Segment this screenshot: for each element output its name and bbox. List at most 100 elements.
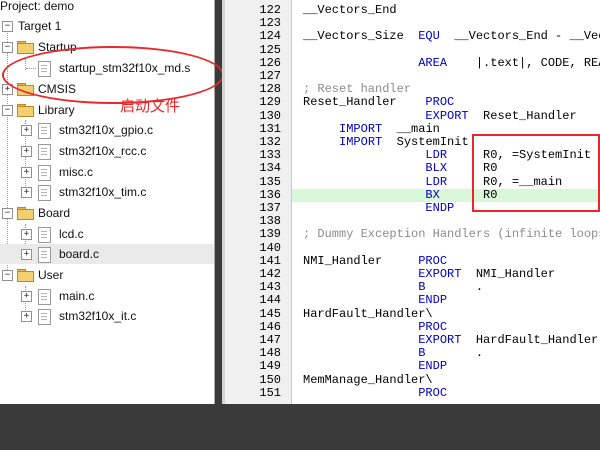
code-line[interactable]: ; Reset handler bbox=[303, 83, 411, 96]
expand-icon[interactable]: + bbox=[21, 229, 32, 240]
file-label: main.c bbox=[59, 289, 95, 303]
code-line[interactable]: Reset_Handler PROC bbox=[303, 96, 454, 109]
expand-icon[interactable]: + bbox=[21, 146, 32, 157]
expand-icon[interactable]: + bbox=[21, 167, 32, 178]
tree-file[interactable]: + misc.c bbox=[0, 162, 93, 182]
code-line[interactable]: B . bbox=[303, 281, 483, 294]
expand-icon[interactable]: + bbox=[21, 291, 32, 302]
expand-icon[interactable]: + bbox=[21, 187, 32, 198]
line-number: 139 bbox=[259, 227, 281, 242]
line-number: 150 bbox=[259, 372, 281, 387]
file-icon bbox=[38, 185, 51, 201]
line-number: 141 bbox=[259, 253, 281, 268]
line-number: 126 bbox=[259, 55, 281, 70]
code-line[interactable]: BLX R0 bbox=[303, 162, 497, 175]
code-line[interactable]: EXPORT NMI_Handler bbox=[303, 268, 555, 281]
expand-icon[interactable]: + bbox=[21, 311, 32, 322]
code-line[interactable]: ENDP bbox=[303, 294, 447, 307]
tree-target[interactable]: − Target 1 bbox=[0, 16, 61, 36]
tree-group-board[interactable]: − Board bbox=[0, 203, 70, 223]
code-line[interactable]: IMPORT SystemInit bbox=[303, 136, 469, 149]
code-line[interactable]: IMPORT __main bbox=[303, 122, 440, 136]
collapse-icon[interactable]: − bbox=[2, 208, 13, 219]
expand-icon[interactable]: + bbox=[21, 125, 32, 136]
code-line[interactable]: PROC bbox=[303, 320, 447, 334]
line-number: 142 bbox=[259, 267, 281, 281]
line-number: 146 bbox=[259, 319, 281, 334]
file-label: lcd.c bbox=[59, 227, 84, 241]
line-number: 138 bbox=[259, 214, 281, 229]
tree-file[interactable]: + main.c bbox=[0, 286, 94, 306]
tree-file[interactable]: + board.c bbox=[0, 244, 214, 264]
code-line[interactable]: NMI_Handler PROC bbox=[303, 254, 447, 268]
code-line[interactable]: __Vectors_Size EQU __Vectors_End - __Vec… bbox=[303, 30, 600, 43]
annotation-label: 启动文件 bbox=[120, 97, 181, 115]
collapse-icon[interactable]: − bbox=[2, 42, 13, 53]
line-number: 137 bbox=[259, 201, 281, 215]
line-number: 143 bbox=[259, 280, 281, 295]
code-line[interactable]: __Vectors_End bbox=[303, 4, 397, 17]
folder-open-icon bbox=[17, 104, 34, 117]
collapse-icon[interactable]: − bbox=[2, 270, 13, 281]
folder-open-icon bbox=[17, 269, 34, 282]
file-icon bbox=[38, 309, 51, 325]
group-label: Board bbox=[38, 206, 71, 220]
code-line[interactable]: HardFault_Handler\ bbox=[303, 307, 433, 321]
line-number: 124 bbox=[259, 29, 281, 44]
project-root[interactable]: Project: demo bbox=[0, 0, 74, 16]
file-label: misc.c bbox=[59, 165, 93, 179]
line-number: 132 bbox=[259, 135, 281, 149]
code-line[interactable]: BX R0 bbox=[303, 188, 497, 202]
folder-open-icon bbox=[17, 41, 34, 54]
file-label: stm32f10x_tim.c bbox=[59, 185, 147, 199]
tree-group-user[interactable]: − User bbox=[0, 265, 63, 285]
file-label: stm32f10x_rcc.c bbox=[59, 144, 147, 158]
line-number: 122 bbox=[259, 3, 281, 17]
tree-file[interactable]: + stm32f10x_tim.c bbox=[0, 182, 146, 202]
tree-file[interactable]: + stm32f10x_rcc.c bbox=[0, 141, 146, 161]
file-icon bbox=[38, 123, 51, 139]
line-number-gutter: 122 123 124 125 126 127 128 129 130 131 132 133 134 1… bbox=[225, 0, 292, 404]
line-number: 125 bbox=[259, 42, 281, 57]
tree-file[interactable]: + lcd.c bbox=[0, 224, 84, 244]
code-line[interactable]: ; Dummy Exception Handlers (infinite loo… bbox=[303, 228, 600, 241]
line-number: 134 bbox=[259, 161, 281, 176]
code-line[interactable]: ENDP bbox=[303, 202, 454, 215]
expand-icon[interactable]: + bbox=[21, 249, 32, 260]
collapse-icon[interactable]: − bbox=[2, 105, 13, 116]
collapse-icon[interactable]: − bbox=[2, 21, 13, 32]
line-number: 130 bbox=[259, 108, 281, 123]
file-icon bbox=[38, 165, 51, 181]
line-number: 149 bbox=[259, 359, 281, 374]
code-line[interactable]: B . bbox=[303, 347, 483, 360]
line-number: 147 bbox=[259, 333, 281, 347]
line-number: 128 bbox=[259, 82, 281, 97]
code-line[interactable]: ENDP bbox=[303, 360, 447, 373]
code-line[interactable]: EXPORT Reset_Handler bbox=[303, 109, 576, 123]
line-number: 148 bbox=[259, 346, 281, 361]
tree-file[interactable]: + stm32f10x_gpio.c bbox=[0, 120, 153, 140]
group-label: User bbox=[38, 268, 64, 282]
line-number: 131 bbox=[259, 121, 281, 136]
line-number: 133 bbox=[259, 148, 281, 163]
line-number: 144 bbox=[259, 293, 281, 308]
line-number: 129 bbox=[259, 95, 281, 110]
file-label: board.c bbox=[59, 247, 100, 261]
code-line[interactable]: AREA |.text|, CODE, READONLY bbox=[303, 56, 600, 70]
file-label: stm32f10x_gpio.c bbox=[59, 123, 154, 137]
code-line[interactable]: PROC bbox=[303, 386, 447, 400]
file-icon bbox=[38, 289, 51, 305]
bottom-bar bbox=[0, 404, 600, 450]
line-number: 136 bbox=[259, 187, 281, 202]
annotation-oval bbox=[2, 46, 224, 104]
tree-file[interactable]: + stm32f10x_it.c bbox=[0, 306, 136, 326]
target-label: Target 1 bbox=[18, 19, 62, 33]
code-line[interactable]: EXPORT HardFault_Handler bbox=[303, 334, 598, 347]
line-number: 151 bbox=[259, 385, 281, 400]
folder-open-icon bbox=[17, 207, 34, 220]
tree-group-library[interactable]: − Library bbox=[0, 100, 75, 120]
code-line[interactable]: MemManage_Handler\ bbox=[303, 373, 433, 387]
line-number: 140 bbox=[259, 240, 281, 255]
file-label: stm32f10x_it.c bbox=[59, 309, 137, 323]
line-number: 127 bbox=[259, 69, 281, 83]
